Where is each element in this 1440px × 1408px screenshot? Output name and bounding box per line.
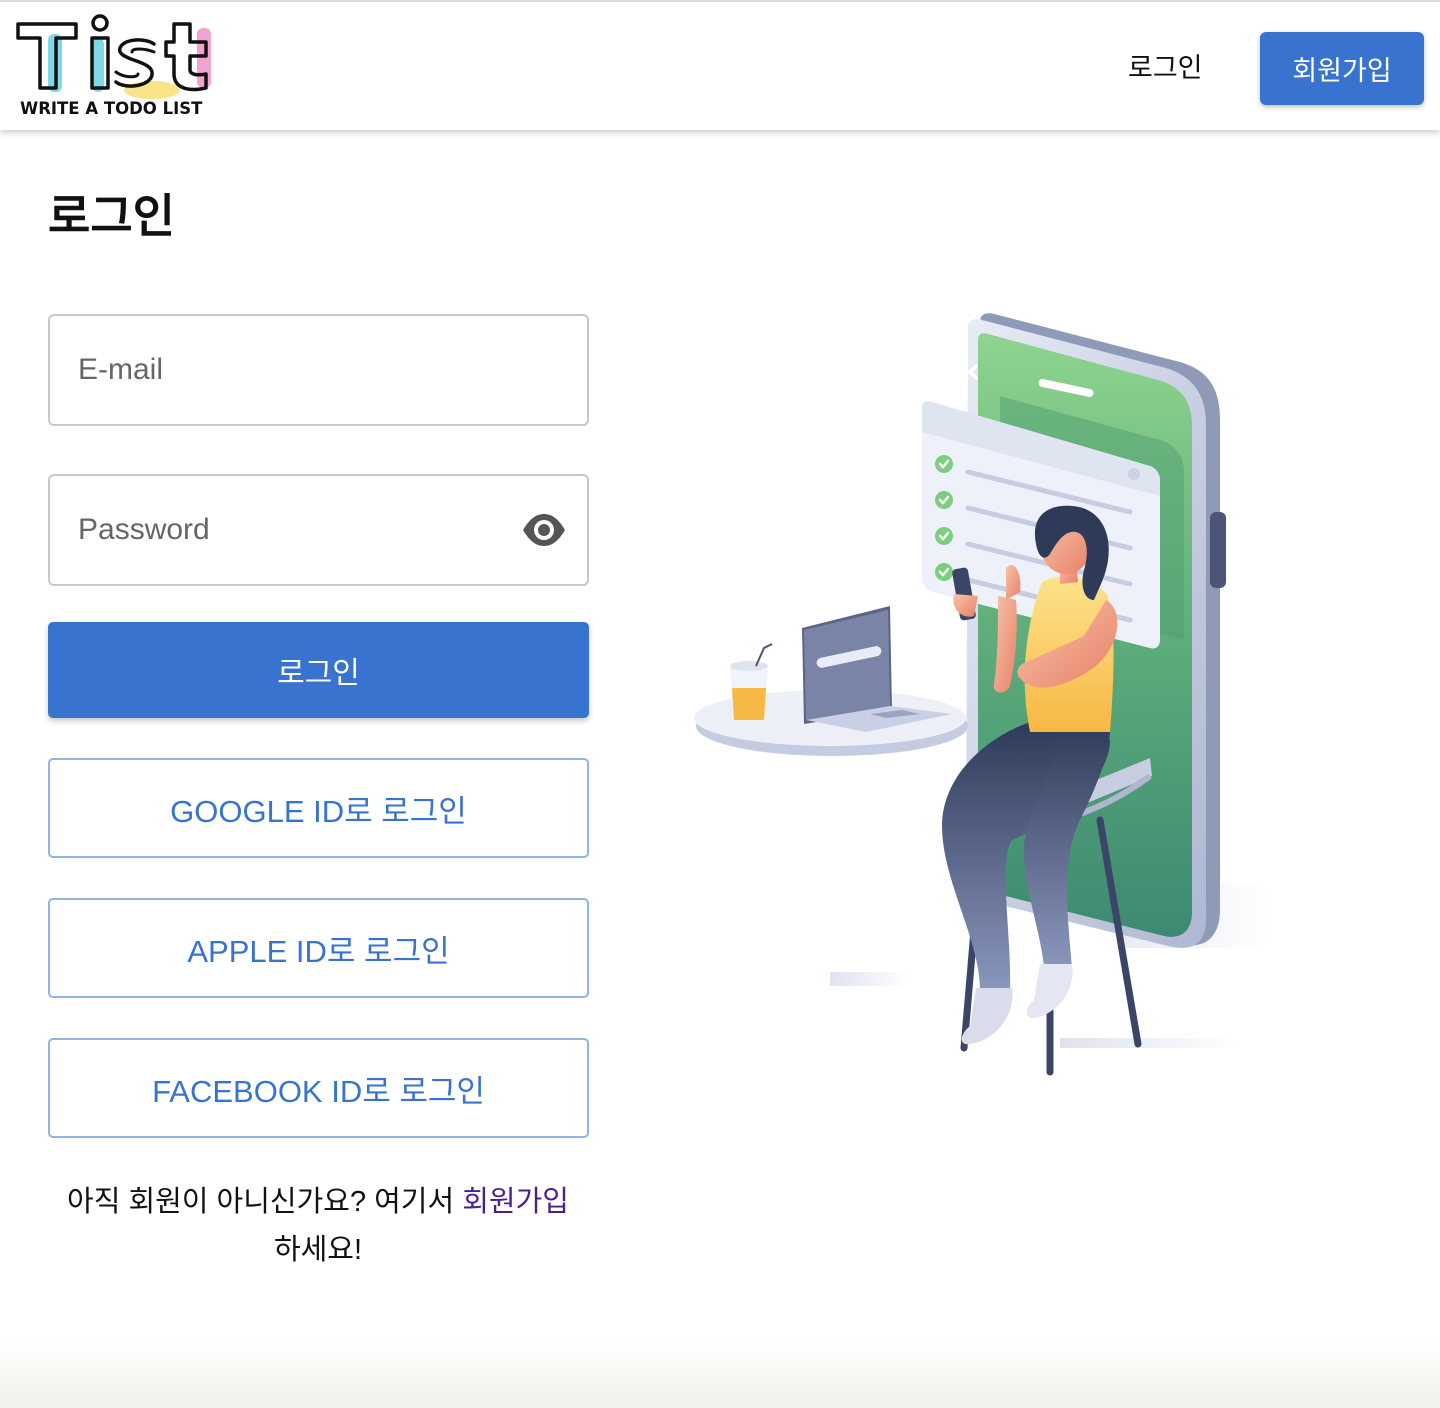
email-input[interactable] (76, 316, 516, 424)
signup-link[interactable]: 회원가입 (462, 1186, 569, 1218)
login-button[interactable]: 로그인 (48, 622, 589, 718)
login-page: WRITE A TODO LIST 로그인 회원가입 로그인 로그인 GOOGL… (0, 0, 1440, 1408)
password-field-container (48, 474, 589, 586)
email-field-container (48, 314, 589, 426)
woman-using-phone-illustration (694, 313, 1270, 1076)
page-title: 로그인 (48, 190, 175, 242)
top-navbar: WRITE A TODO LIST 로그인 회원가입 (0, 0, 1440, 130)
eye-icon[interactable] (521, 512, 567, 548)
tist-logo[interactable]: WRITE A TODO LIST (12, 10, 218, 125)
apple-login-button[interactable]: APPLE ID로 로그인 (48, 898, 589, 998)
bottom-edge-fade (0, 1340, 1440, 1408)
signup-prompt-text: 아직 회원이 아니신가요? 여기서 (67, 1186, 463, 1218)
signup-prompt: 아직 회원이 아니신가요? 여기서 회원가입 하세요! (40, 1178, 596, 1274)
nav-signup-button[interactable]: 회원가입 (1260, 32, 1424, 105)
password-input[interactable] (76, 476, 516, 584)
google-login-button[interactable]: GOOGLE ID로 로그인 (48, 758, 589, 858)
signup-prompt-suffix: 하세요! (273, 1234, 363, 1266)
logo-caption: WRITE A TODO LIST (20, 99, 203, 118)
tist-logo-mark (16, 14, 211, 99)
facebook-login-button[interactable]: FACEBOOK ID로 로그인 (48, 1038, 589, 1138)
nav-login-link[interactable]: 로그인 (1128, 46, 1203, 85)
